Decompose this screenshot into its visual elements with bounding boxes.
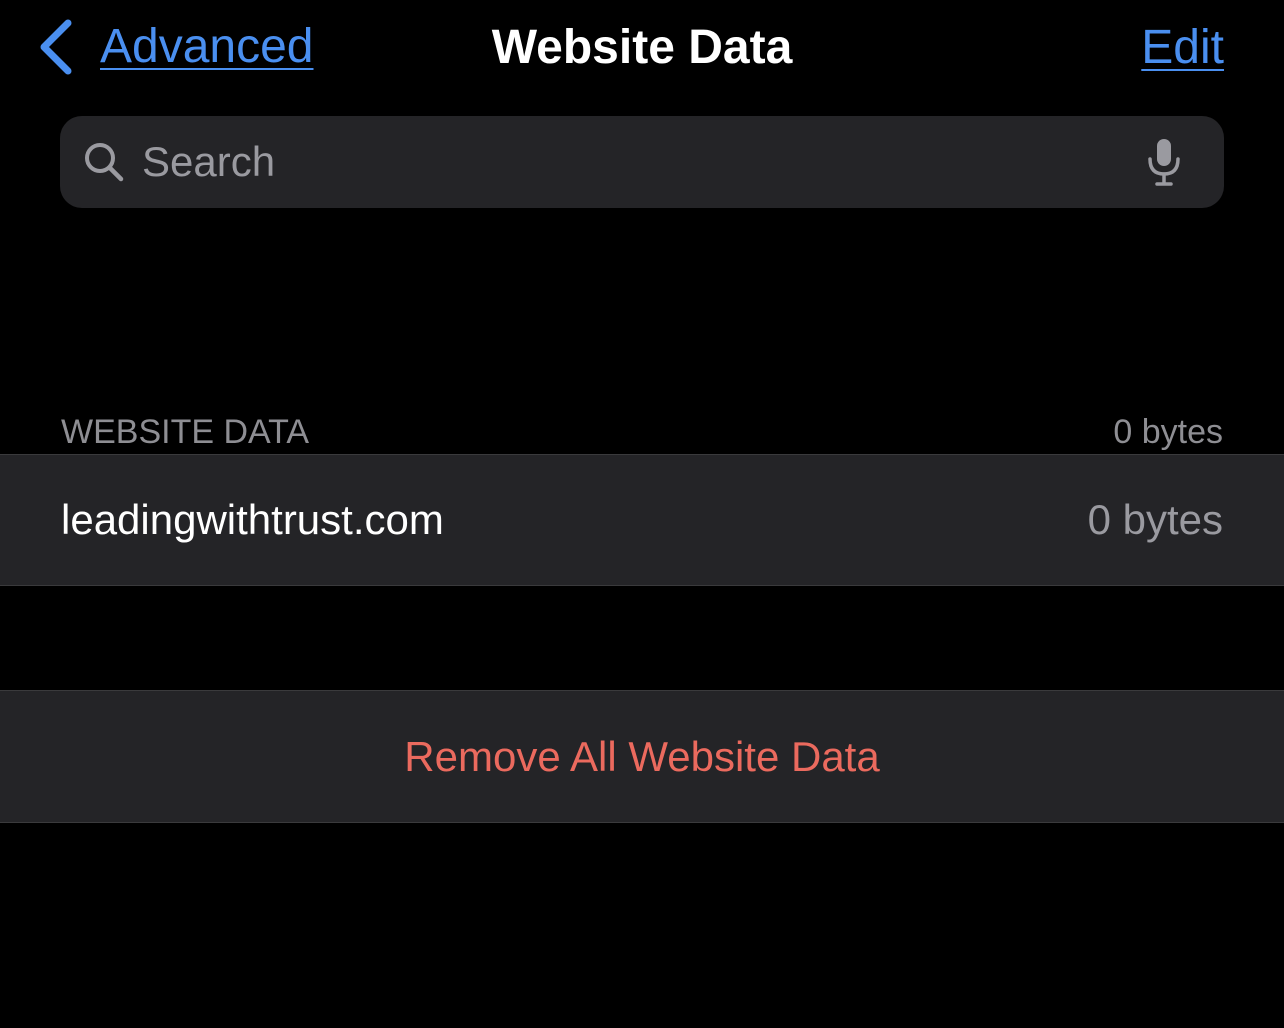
section-header: WEBSITE DATA 0 bytes <box>61 410 1223 454</box>
search-input[interactable] <box>142 132 1146 192</box>
search-icon <box>85 143 124 182</box>
site-size: 0 bytes <box>1087 496 1223 543</box>
screen: Advanced Website Data Edit WEBSITE DATA … <box>0 0 1284 1028</box>
microphone-icon[interactable] <box>1146 137 1182 187</box>
section-header-title: WEBSITE DATA <box>61 413 310 451</box>
edit-button[interactable]: Edit <box>1141 20 1224 76</box>
remove-all-label: Remove All Website Data <box>404 732 880 780</box>
list-item[interactable]: leadingwithtrust.com 0 bytes <box>0 454 1284 586</box>
section-header-total: 0 bytes <box>1113 413 1223 451</box>
remove-all-website-data-button[interactable]: Remove All Website Data <box>0 690 1284 823</box>
navigation-bar: Advanced Website Data Edit <box>0 0 1284 100</box>
site-name: leadingwithtrust.com <box>61 496 444 543</box>
search-field[interactable] <box>60 116 1224 208</box>
page-title: Website Data <box>491 21 793 74</box>
